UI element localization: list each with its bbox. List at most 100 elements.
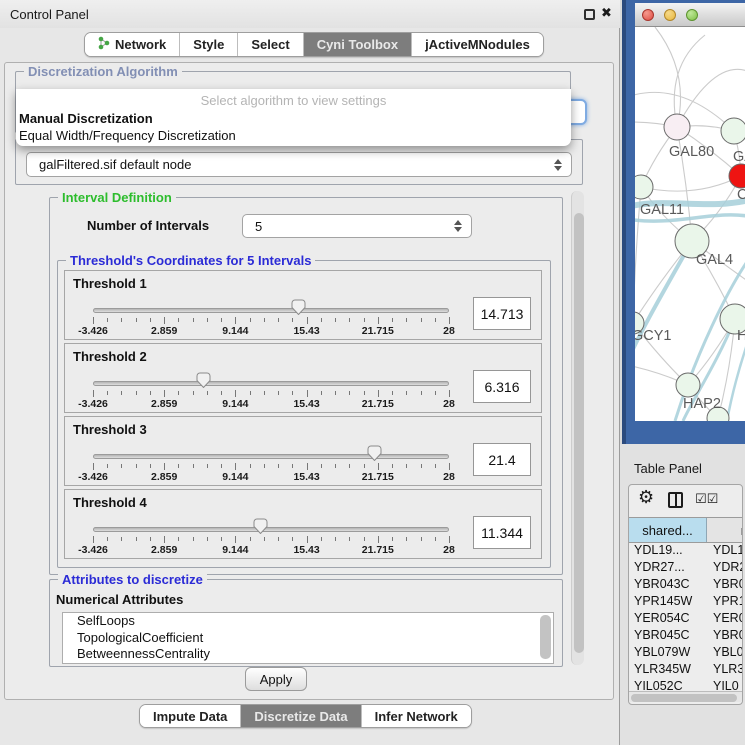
table-cell[interactable]: YDR27... <box>629 560 707 577</box>
table-cell[interactable]: YBR045C <box>629 628 707 645</box>
algorithm-option[interactable]: Manual Discretization <box>19 110 568 127</box>
table-cell[interactable]: YPR1 <box>707 594 743 611</box>
combo-arrows-icon <box>554 159 562 171</box>
attribute-list-item[interactable]: SelfLoops <box>63 613 553 630</box>
table-cell[interactable]: YDR2 <box>707 560 743 577</box>
close-icon[interactable]: ✖ <box>601 5 612 21</box>
apply-button[interactable]: Apply <box>245 667 307 691</box>
tick-mark <box>207 391 208 395</box>
threshold-slider-track[interactable] <box>93 454 449 459</box>
table-row[interactable]: YDL19...YDL1 <box>629 543 743 560</box>
tick-mark <box>235 317 236 324</box>
network-canvas[interactable]: GAL80GACGAL11GAL4GCY1HHAP2 <box>635 27 745 421</box>
tick-mark <box>235 463 236 470</box>
split-columns-icon[interactable] <box>668 492 683 508</box>
control-panel-titlebar: Control Panel ✖ <box>0 0 620 28</box>
gear-icon[interactable]: ⚙ <box>638 487 654 508</box>
tick-mark <box>421 464 422 468</box>
threshold-slider-thumb[interactable] <box>196 372 211 388</box>
tick-mark <box>121 537 122 541</box>
table-row[interactable]: YDR27...YDR2 <box>629 560 743 577</box>
attribute-list-item[interactable]: BetweennessCentrality <box>63 646 553 663</box>
table-cell[interactable]: YLR3 <box>707 662 743 679</box>
table-hscrollbar-track[interactable] <box>629 691 742 702</box>
table-cell[interactable]: YIL052C <box>629 679 707 690</box>
table-row[interactable]: YLR345WYLR3 <box>629 662 743 679</box>
tick-mark <box>364 391 365 395</box>
table-cell[interactable]: YDL19... <box>629 543 707 560</box>
table-row[interactable]: YBL079WYBL0 <box>629 645 743 662</box>
table-cell[interactable]: YER054C <box>629 611 707 628</box>
table-hscrollbar-thumb[interactable] <box>631 694 737 702</box>
threshold-slider-thumb[interactable] <box>253 518 268 534</box>
threshold-slider-track[interactable] <box>93 381 449 386</box>
table-row[interactable]: YBR043CYBR0 <box>629 577 743 594</box>
network-node[interactable] <box>635 175 653 199</box>
threshold-slider-track[interactable] <box>93 527 449 532</box>
table-cell[interactable]: YBR043C <box>629 577 707 594</box>
tick-mark <box>164 536 165 543</box>
table-cell[interactable]: YBL0 <box>707 645 743 662</box>
num-intervals-spinner[interactable]: 5 <box>242 214 472 238</box>
table-cell[interactable]: YER0 <box>707 611 743 628</box>
threshold-value-field[interactable]: 11.344 <box>473 516 531 549</box>
tick-mark <box>107 391 108 395</box>
table-row[interactable]: YER054CYER0 <box>629 611 743 628</box>
table-cell[interactable]: YBL079W <box>629 645 707 662</box>
attribute-list-item[interactable]: TopologicalCoefficient <box>63 630 553 647</box>
threshold-label: Threshold 2 <box>73 349 147 364</box>
main-scrollbar-thumb[interactable] <box>574 213 584 653</box>
table-cell[interactable]: YDL1 <box>707 543 743 560</box>
tick-mark <box>178 318 179 322</box>
scale-tick-label: -3.426 <box>78 471 108 483</box>
minimize-traffic-light-icon[interactable] <box>664 9 676 21</box>
checked-boxes-icon[interactable]: ☑☑ <box>695 491 718 507</box>
tick-mark <box>435 464 436 468</box>
threshold-slider-track[interactable] <box>93 308 449 313</box>
scale-tick-label: 28 <box>443 471 455 483</box>
main-scrollbar-track[interactable] <box>571 191 584 665</box>
attribute-list-scrollbar-thumb[interactable] <box>540 615 551 659</box>
tab-network[interactable]: Network <box>85 33 180 56</box>
threshold-slider-thumb[interactable] <box>291 299 306 315</box>
threshold-value-field[interactable]: 6.316 <box>473 370 531 403</box>
tick-mark <box>207 318 208 322</box>
close-traffic-light-icon[interactable] <box>642 9 654 21</box>
tab-cyni-toolbox[interactable]: Cyni Toolbox <box>304 33 412 56</box>
algorithm-option[interactable]: Equal Width/Frequency Discretization <box>19 127 568 144</box>
tab-style[interactable]: Style <box>180 33 238 56</box>
table-cell[interactable]: YLR345W <box>629 662 707 679</box>
column-header-name[interactable]: na <box>707 518 743 542</box>
tick-mark <box>449 536 450 543</box>
slider-scale-labels: -3.4262.8599.14415.4321.71528 <box>93 398 449 410</box>
table-row[interactable]: YBR045CYBR0 <box>629 628 743 645</box>
zoom-traffic-light-icon[interactable] <box>686 9 698 21</box>
table-row[interactable]: YIL052CYIL0 <box>629 679 743 690</box>
scale-tick-label: -3.426 <box>78 544 108 556</box>
tab-infer-network[interactable]: Infer Network <box>362 705 471 727</box>
network-node[interactable] <box>721 118 745 144</box>
algorithm-hint-option[interactable]: Select algorithm to view settings <box>16 93 571 108</box>
attributes-group: Attributes to discretize Numerical Attri… <box>49 579 563 667</box>
table-data-combo[interactable]: galFiltered.sif default node <box>26 152 572 177</box>
tick-mark <box>107 537 108 541</box>
table-cell[interactable]: YBR0 <box>707 628 743 645</box>
interval-definition-group: Interval Definition Number of Intervals … <box>49 197 563 575</box>
network-node[interactable] <box>676 373 700 397</box>
threshold-value-field[interactable]: 14.713 <box>473 297 531 330</box>
table-cell[interactable]: YBR0 <box>707 577 743 594</box>
tab-jactivemnodules[interactable]: jActiveMNodules <box>412 33 543 56</box>
table-cell[interactable]: YPR145W <box>629 594 707 611</box>
threshold-value-field[interactable]: 21.4 <box>473 443 531 476</box>
tab-discretize-data[interactable]: Discretize Data <box>241 705 361 727</box>
tab-select[interactable]: Select <box>238 33 303 56</box>
tab-impute-data[interactable]: Impute Data <box>140 705 241 727</box>
column-header-shared-name[interactable]: shared... <box>629 518 707 542</box>
tick-mark <box>307 390 308 397</box>
tick-mark <box>121 391 122 395</box>
table-cell[interactable]: YIL0 <box>707 679 739 690</box>
network-node[interactable] <box>664 114 690 140</box>
threshold-slider-thumb[interactable] <box>367 445 382 461</box>
float-window-icon[interactable] <box>584 9 595 20</box>
table-row[interactable]: YPR145WYPR1 <box>629 594 743 611</box>
